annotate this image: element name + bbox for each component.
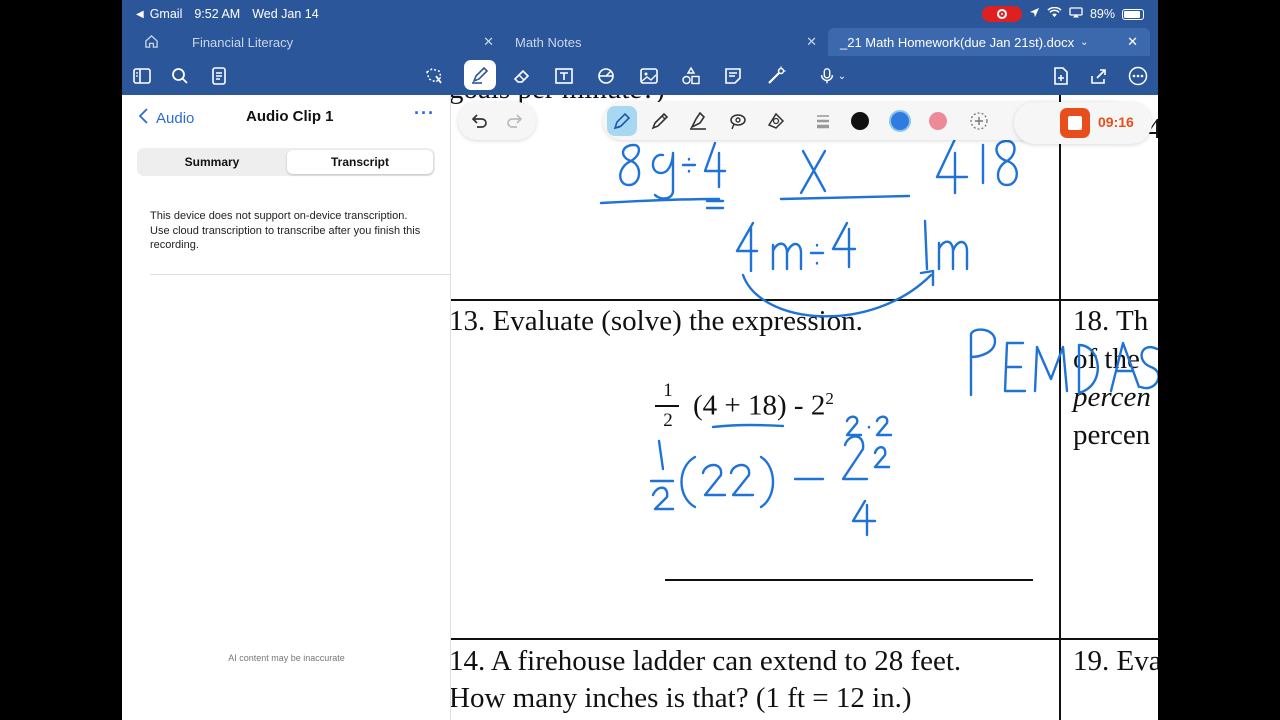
back-arrow-icon[interactable]: ◀: [136, 9, 144, 20]
back-app-label[interactable]: Gmail: [150, 7, 183, 21]
handwritten-ink: [599, 137, 1158, 537]
share-icon[interactable]: [1086, 63, 1112, 89]
chevron-down-icon[interactable]: ⌄: [1080, 37, 1088, 48]
document-tab-bar: Financial Literacy ✕ Math Notes ✕ _21 Ma…: [122, 28, 1158, 56]
battery-icon: [1122, 8, 1144, 20]
undo-redo-bar: [458, 102, 536, 140]
undo-icon[interactable]: [466, 108, 492, 134]
main-toolbar: ⌄: [122, 56, 1158, 95]
battery-percent: 89%: [1089, 7, 1115, 21]
location-icon: [1029, 7, 1040, 21]
pencil-tool-icon[interactable]: [647, 108, 673, 134]
more-icon[interactable]: ···: [414, 103, 435, 124]
status-bar: ◀ Gmail 9:52 AM Wed Jan 14 89%: [122, 0, 1158, 28]
ipad-screen: ◀ Gmail 9:52 AM Wed Jan 14 89% Financial: [122, 0, 1158, 720]
ink-to-shape-icon[interactable]: [763, 63, 789, 89]
close-icon[interactable]: ✕: [483, 34, 494, 50]
color-black-swatch[interactable]: [851, 112, 869, 130]
home-icon[interactable]: [144, 34, 159, 52]
divider: [150, 274, 451, 275]
tab-label: _21 Math Homework(due Jan 21st).docx: [840, 34, 1075, 50]
audio-clip-title: Audio Clip 1: [246, 108, 334, 125]
highlighter-tool-icon[interactable]: [685, 108, 711, 134]
stop-recording-button[interactable]: [1060, 108, 1090, 138]
screen-recording-icon[interactable]: [981, 6, 1022, 22]
tab-math-notes[interactable]: Math Notes ✕: [515, 28, 817, 56]
image-icon[interactable]: [636, 63, 662, 89]
recording-controls: 09:16: [1014, 102, 1152, 144]
recording-timer: 09:16: [1098, 114, 1134, 130]
shapes-icon[interactable]: [593, 63, 619, 89]
summary-transcript-toggle: Summary Transcript: [137, 148, 435, 176]
redo-icon[interactable]: [502, 108, 528, 134]
add-color-icon[interactable]: [966, 108, 992, 134]
screen-mirror-icon: [1069, 7, 1083, 21]
pen-tool-icon[interactable]: [607, 106, 637, 136]
tab-label: Financial Literacy: [192, 34, 294, 50]
tab-math-homework[interactable]: _21 Math Homework(due Jan 21st).docx ⌄ ✕: [828, 28, 1150, 56]
draw-pen-icon[interactable]: [464, 60, 496, 90]
close-icon[interactable]: ✕: [1127, 34, 1138, 50]
ai-disclaimer: AI content may be inaccurate: [228, 653, 345, 663]
close-icon[interactable]: ✕: [806, 34, 817, 50]
audio-sidebar: Audio Audio Clip 1 ··· Summary Transcrip…: [122, 95, 451, 720]
note-icon[interactable]: [720, 63, 746, 89]
document-view-icon[interactable]: [206, 63, 232, 89]
chevron-left-icon: [138, 108, 148, 128]
lasso-tool-icon[interactable]: [725, 108, 751, 134]
stroke-width-icon[interactable]: [810, 108, 836, 134]
wifi-icon: [1047, 6, 1062, 21]
sidebar-toggle-icon[interactable]: [129, 63, 155, 89]
ruler-tool-icon[interactable]: [763, 108, 789, 134]
color-pink-swatch[interactable]: [929, 112, 947, 130]
tab-financial-literacy[interactable]: Financial Literacy ✕: [192, 28, 494, 56]
search-icon[interactable]: [167, 63, 193, 89]
tab-transcript[interactable]: Transcript: [287, 150, 433, 174]
status-date: Wed Jan 14: [252, 7, 319, 21]
color-blue-swatch[interactable]: [889, 110, 911, 132]
tab-summary[interactable]: Summary: [139, 150, 285, 174]
tab-label: Math Notes: [515, 34, 582, 50]
stickers-icon[interactable]: [678, 63, 704, 89]
eraser-icon[interactable]: [509, 63, 535, 89]
lasso-select-icon[interactable]: [421, 63, 447, 89]
more-options-icon[interactable]: [1125, 63, 1151, 89]
new-page-icon[interactable]: [1048, 63, 1074, 89]
text-box-icon[interactable]: [551, 63, 577, 89]
back-button[interactable]: Audio: [138, 108, 195, 128]
transcription-message: This device does not support on-device t…: [150, 210, 421, 251]
document-canvas[interactable]: goals per minute?) 4 13. Evaluate (solve…: [451, 95, 1158, 720]
back-label: Audio: [156, 109, 195, 127]
status-time: 9:52 AM: [194, 7, 241, 21]
dictate-icon[interactable]: ⌄: [810, 63, 854, 89]
